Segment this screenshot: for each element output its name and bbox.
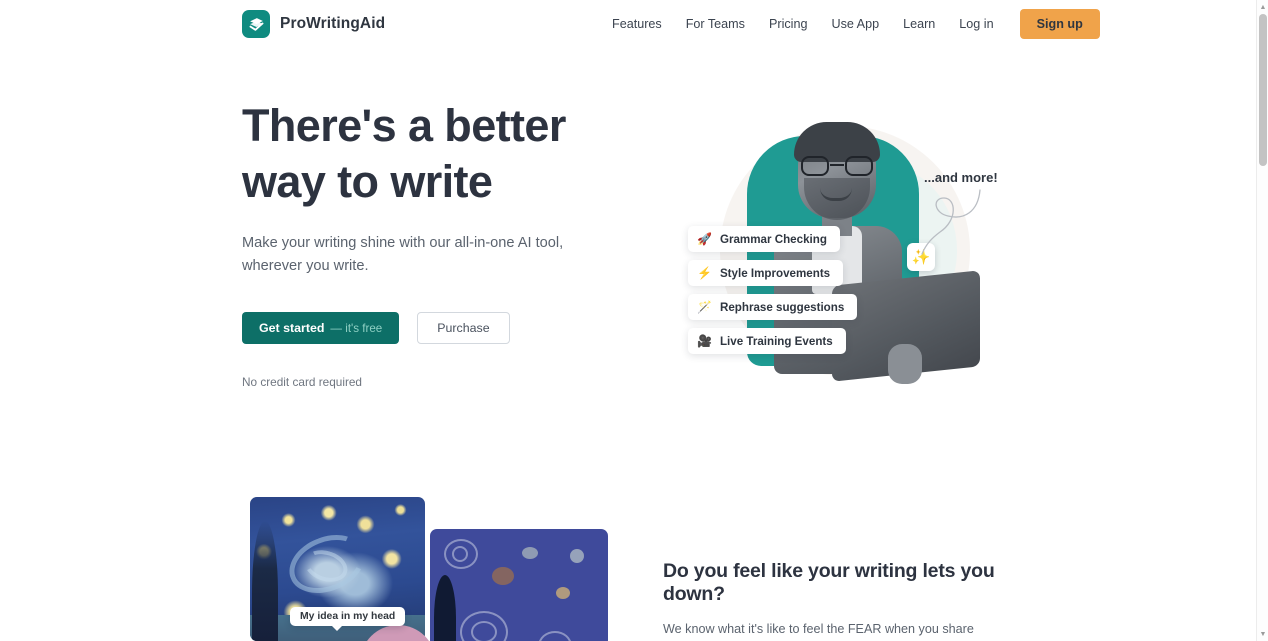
nav-item-learn[interactable]: Learn (891, 0, 947, 48)
landing-page: ProWritingAid Features For Teams Pricing… (0, 0, 1268, 641)
idea-tooltip: My idea in my head (290, 607, 406, 631)
flat-blue-rendition (430, 529, 608, 641)
hero-title: There's a better way to write (242, 98, 642, 210)
flat-swirl (471, 621, 497, 641)
feature-pill-rephrase-suggestions[interactable]: 🪄 Rephrase suggestions (688, 294, 858, 320)
get-started-label: Get started (259, 321, 325, 335)
get-started-tail: — it's free (330, 321, 383, 335)
page-scrollbar[interactable]: ▲ ▼ (1256, 0, 1268, 641)
hero-title-line-2: way to write (242, 156, 493, 207)
flat-swirl (538, 631, 572, 641)
rocket-icon: 🚀 (697, 232, 712, 246)
sign-up-button[interactable]: Sign up (1019, 9, 1100, 39)
feature-pill-label: Live Training Events (719, 334, 833, 348)
lower-section-title: Do you feel like your writing lets you d… (663, 560, 995, 605)
magic-wand-icon: 🪄 (697, 300, 712, 314)
hero-subtitle: Make your writing shine with our all-in-… (242, 235, 564, 274)
lower-section-copy: Do you feel like your writing lets you d… (663, 560, 1023, 641)
prowritingaid-logo-icon (242, 10, 270, 38)
glasses-icon (800, 156, 874, 176)
feature-pill-list: 🚀 Grammar Checking ⚡ Style Improvements … (688, 226, 858, 354)
flat-star (522, 547, 538, 559)
nav-item-pricing[interactable]: Pricing (757, 0, 820, 48)
lightning-icon: ⚡ (697, 266, 712, 280)
flat-star (556, 587, 570, 599)
hero-illustration: ✨ ...and more! 🚀 Grammar Checking ⚡ Styl… (662, 108, 1002, 388)
person-hand (888, 344, 922, 384)
get-started-button[interactable]: Get started — it's free (242, 312, 400, 344)
feature-pill-label: Style Improvements (719, 266, 831, 280)
feature-pill-style-improvements[interactable]: ⚡ Style Improvements (688, 260, 844, 286)
hero-copy: There's a better way to write Make your … (242, 98, 642, 389)
nav-item-log-in[interactable]: Log in (947, 0, 1005, 48)
feature-pill-live-training-events[interactable]: 🎥 Live Training Events (688, 328, 846, 354)
video-camera-icon: 🎥 (697, 334, 712, 348)
nav-item-features[interactable]: Features (600, 0, 674, 48)
scroll-down-arrow-icon[interactable]: ▼ (1257, 628, 1268, 640)
scrollbar-thumb[interactable] (1259, 14, 1267, 166)
hero-title-line-1: There's a better (242, 100, 566, 151)
flat-star (570, 549, 584, 563)
site-header: ProWritingAid Features For Teams Pricing… (0, 0, 1256, 48)
and-more-label: ...and more! (924, 170, 998, 185)
lower-section-body: We know what it's like to feel the FEAR … (663, 622, 974, 636)
painting-cypress-tree (252, 521, 278, 641)
nav-item-use-app[interactable]: Use App (819, 0, 891, 48)
brand-name: ProWritingAid (280, 15, 386, 32)
curved-arrow-icon (921, 189, 981, 255)
feature-pill-label: Rephrase suggestions (719, 300, 845, 314)
feature-pill-label: Grammar Checking (719, 232, 827, 246)
flat-cypress-tree (434, 575, 456, 641)
no-credit-card-note: No credit card required (242, 375, 362, 389)
hero-cta-row: Get started — it's free Purchase (242, 312, 642, 344)
nav-item-for-teams[interactable]: For Teams (674, 0, 757, 48)
brand-logo-link[interactable]: ProWritingAid (242, 10, 385, 38)
scroll-up-arrow-icon[interactable]: ▲ (1257, 1, 1268, 13)
idea-comparison-illustration: My idea in my head (250, 497, 620, 641)
primary-nav: Features For Teams Pricing Use App Learn… (600, 0, 1100, 48)
flat-ring (452, 546, 468, 562)
purchase-button[interactable]: Purchase (417, 312, 510, 344)
flat-star (492, 567, 514, 585)
feature-pill-grammar-checking[interactable]: 🚀 Grammar Checking (688, 226, 840, 252)
